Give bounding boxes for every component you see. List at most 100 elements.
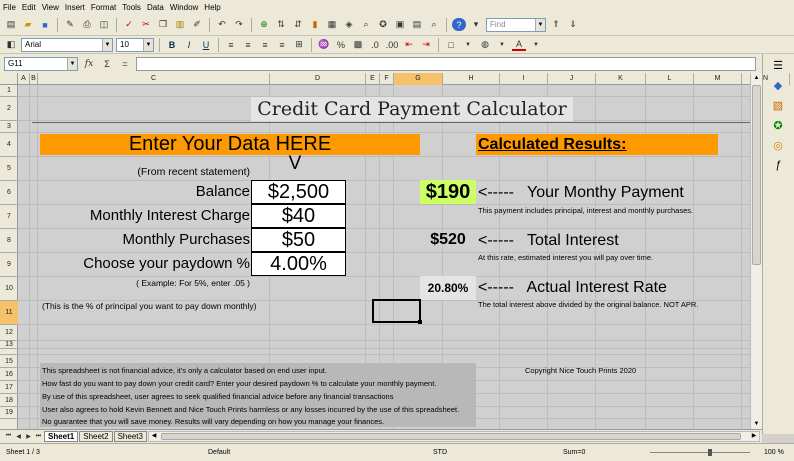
menu-view[interactable]: View (39, 3, 62, 12)
paydown-input[interactable]: 4.00% (251, 252, 346, 276)
column-header-d[interactable]: D (270, 73, 366, 85)
sort-descending-icon[interactable]: ⇵ (291, 18, 305, 31)
align-center-icon[interactable]: ≡ (241, 38, 255, 51)
navigator-icon[interactable]: ✪ (376, 18, 390, 31)
chevron-down-icon[interactable]: ▼ (535, 18, 545, 31)
font-color-icon[interactable]: A (512, 38, 526, 51)
decrease-indent-icon[interactable]: ⇤ (402, 38, 416, 51)
vertical-scrollbar[interactable]: ▲ ▼ (750, 73, 762, 429)
new-document-icon[interactable]: ▤ (4, 18, 18, 31)
find-previous-icon[interactable]: ⇑ (549, 18, 563, 31)
zoom-slider[interactable] (650, 452, 750, 453)
select-all-corner[interactable] (0, 73, 18, 85)
last-sheet-icon[interactable]: ⏭ (34, 432, 43, 442)
first-sheet-icon[interactable]: ⏮ (4, 432, 13, 442)
row-header-19[interactable]: 19 (0, 407, 18, 419)
row-header-8[interactable]: 8 (0, 229, 18, 253)
show-draw-icon[interactable]: ◈ (342, 18, 356, 31)
scroll-right-icon[interactable]: ▶ (749, 432, 759, 441)
horizontal-scrollbar[interactable]: ◀ ▶ (148, 431, 760, 442)
standard-format-icon[interactable]: ▩ (351, 38, 365, 51)
column-header-a[interactable]: A (18, 73, 30, 85)
chevron-down-icon[interactable]: ▼ (67, 57, 77, 70)
row-header-18[interactable]: 18 (0, 394, 18, 407)
row-header-2[interactable]: 2 (0, 97, 18, 121)
menu-format[interactable]: Format (88, 3, 119, 12)
edit-file-icon[interactable]: ✎ (63, 18, 77, 31)
chevron-down-icon[interactable]: ▼ (461, 38, 475, 51)
zoom-icon[interactable]: ⌕ (427, 18, 441, 31)
help-icon[interactable]: ? (452, 18, 466, 31)
row-header-17[interactable]: 17 (0, 381, 18, 394)
row-header-11[interactable]: 11 (0, 301, 18, 325)
delete-decimal-icon[interactable]: .00 (385, 38, 399, 51)
hscroll-thumb[interactable] (161, 433, 741, 440)
align-right-icon[interactable]: ≡ (258, 38, 272, 51)
chevron-down-icon[interactable]: ▼ (495, 38, 509, 51)
pivot-icon[interactable]: ▦ (325, 18, 339, 31)
menu-data[interactable]: Data (144, 3, 167, 12)
chart-icon[interactable]: ▮ (308, 18, 322, 31)
next-sheet-icon[interactable]: ▶ (24, 432, 33, 442)
paste-icon[interactable]: ▥ (173, 18, 187, 31)
scroll-up-icon[interactable]: ▲ (751, 73, 762, 83)
menu-file[interactable]: File (0, 3, 19, 12)
undo-icon[interactable]: ↶ (215, 18, 229, 31)
scroll-left-icon[interactable]: ◀ (149, 432, 159, 441)
column-header-i[interactable]: I (500, 73, 548, 85)
find-next-icon[interactable]: ⇓ (566, 18, 580, 31)
column-header-j[interactable]: J (548, 73, 596, 85)
prev-sheet-icon[interactable]: ◀ (14, 432, 23, 442)
save-icon[interactable]: ■ (38, 18, 52, 31)
row-header-15[interactable]: 15 (0, 355, 18, 368)
chevron-down-icon[interactable]: ▼ (529, 38, 543, 51)
justify-icon[interactable]: ≡ (275, 38, 289, 51)
tab-sheet3[interactable]: Sheet3 (113, 431, 147, 442)
row-header-12[interactable]: 12 (0, 325, 18, 341)
row-header-5[interactable]: 5 (0, 157, 18, 181)
scroll-thumb[interactable] (752, 85, 761, 265)
column-header-k[interactable]: K (596, 73, 646, 85)
status-mode[interactable]: STD (433, 449, 447, 456)
spellcheck-icon[interactable]: ✓ (122, 18, 136, 31)
balance-input[interactable]: $2,500 (251, 180, 346, 204)
column-header-h[interactable]: H (443, 73, 500, 85)
row-header-10[interactable]: 10 (0, 277, 18, 301)
column-header-m[interactable]: M (694, 73, 742, 85)
sort-ascending-icon[interactable]: ⇅ (274, 18, 288, 31)
font-size-select[interactable]: 10 ▼ (116, 37, 154, 52)
compass-icon[interactable]: ◎ (771, 138, 785, 152)
scroll-down-icon[interactable]: ▼ (751, 419, 762, 429)
bold-icon[interactable]: B (165, 38, 179, 51)
navigator-panel-icon[interactable]: ✪ (771, 118, 785, 132)
open-folder-icon[interactable]: ▰ (21, 18, 35, 31)
gallery-panel-icon[interactable]: ▧ (771, 98, 785, 112)
tab-sheet2[interactable]: Sheet2 (79, 431, 113, 442)
selected-cell-g11[interactable] (372, 299, 421, 323)
print-icon[interactable]: ⎙ (80, 18, 94, 31)
menu-tools[interactable]: Tools (119, 3, 144, 12)
interest-input[interactable]: $40 (251, 204, 346, 228)
add-decimal-icon[interactable]: .0 (368, 38, 382, 51)
row-header-7[interactable]: 7 (0, 205, 18, 229)
sum-icon[interactable]: Σ (100, 57, 114, 70)
column-header-g[interactable]: G (394, 73, 443, 85)
increase-indent-icon[interactable]: ⇥ (419, 38, 433, 51)
menu-insert[interactable]: Insert (62, 3, 88, 12)
cut-icon[interactable]: ✂ (139, 18, 153, 31)
format-paintbrush-icon[interactable]: ✐ (190, 18, 204, 31)
column-header-e[interactable]: E (366, 73, 380, 85)
tab-sheet1[interactable]: Sheet1 (44, 431, 79, 442)
function-wizard-icon[interactable]: fx (82, 57, 96, 70)
function-icon[interactable]: = (118, 57, 132, 70)
merge-cells-icon[interactable]: ⊞ (292, 38, 306, 51)
print-preview-icon[interactable]: ◫ (97, 18, 111, 31)
row-header-16[interactable]: 16 (0, 368, 18, 381)
copy-icon[interactable]: ❐ (156, 18, 170, 31)
find-input[interactable]: Find ▼ (486, 17, 546, 32)
column-header-f[interactable]: F (380, 73, 394, 85)
find-replace-icon[interactable]: ⌕ (359, 18, 373, 31)
row-header-13[interactable]: 13 (0, 341, 18, 349)
whats-this-icon[interactable]: ▾ (469, 18, 483, 31)
background-color-icon[interactable]: ◍ (478, 38, 492, 51)
